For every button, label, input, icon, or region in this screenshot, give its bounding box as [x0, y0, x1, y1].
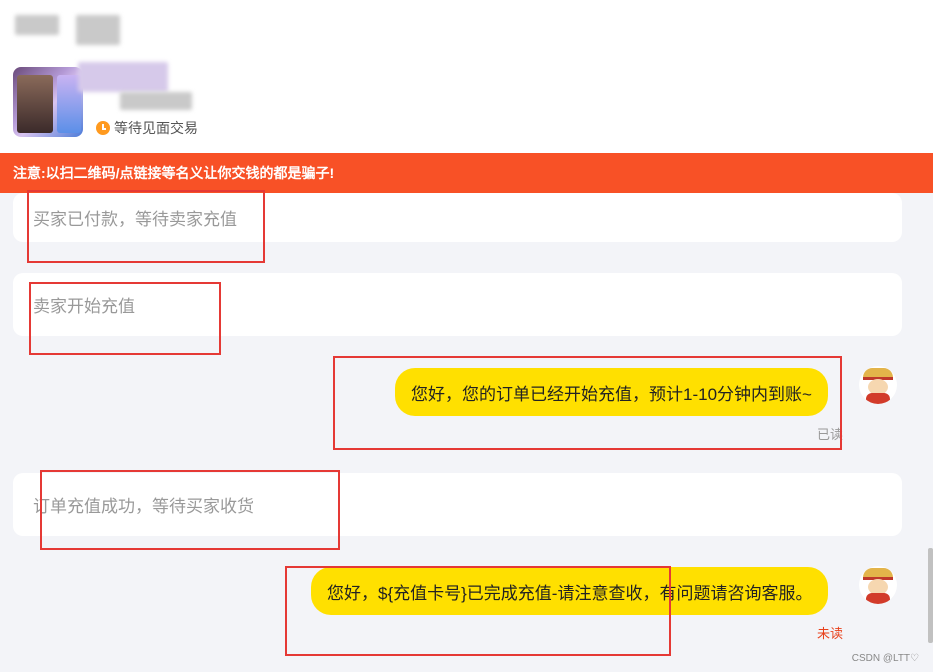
avatar[interactable]	[859, 566, 897, 604]
fraud-warning-bar: 注意:以扫二维码/点链接等名义让你交钱的都是骗子!	[0, 153, 933, 193]
blurred-title	[15, 15, 59, 35]
system-message-recharge-success: 订单充值成功，等待买家收货	[13, 473, 902, 536]
order-status: 等待见面交易	[96, 118, 198, 138]
blurred-title-2	[76, 15, 120, 45]
unread-status: 未读	[817, 626, 844, 641]
blurred-product-name	[78, 62, 168, 92]
order-status-text: 等待见面交易	[114, 120, 198, 136]
system-message-start-recharge: 卖家开始充值	[13, 273, 902, 336]
chat-area[interactable]: 买家已付款，等待卖家充值 卖家开始充值 您好，您的订单已经开始充值，预计1-10…	[0, 193, 933, 672]
order-header: 等待见面交易	[0, 0, 933, 153]
scrollbar-thumb[interactable]	[928, 548, 933, 643]
message-text: 您好，您的订单已经开始充值，预计1-10分钟内到账~	[411, 384, 812, 404]
system-message-text: 卖家开始充值	[33, 297, 135, 316]
message-bubble-completed[interactable]: 您好，${充值卡号}已完成充值-请注意查收，有问题请咨询客服。	[311, 567, 829, 615]
message-text: 您好，${充值卡号}已完成充值-请注意查收，有问题请咨询客服。	[327, 583, 813, 603]
blurred-product-price	[120, 92, 192, 110]
read-status: 已读	[817, 427, 844, 442]
message-bubble-recharging[interactable]: 您好，您的订单已经开始充值，预计1-10分钟内到账~	[395, 368, 828, 416]
watermark: CSDN @LTT♡	[851, 653, 919, 664]
clock-icon	[96, 121, 110, 135]
system-message-text: 买家已付款，等待卖家充值	[33, 210, 237, 229]
avatar[interactable]	[859, 366, 897, 404]
product-thumbnail[interactable]	[13, 67, 83, 137]
system-message-paid: 买家已付款，等待卖家充值	[13, 193, 902, 242]
thumbnail-figure	[17, 75, 53, 133]
system-message-text: 订单充值成功，等待买家收货	[33, 497, 254, 516]
